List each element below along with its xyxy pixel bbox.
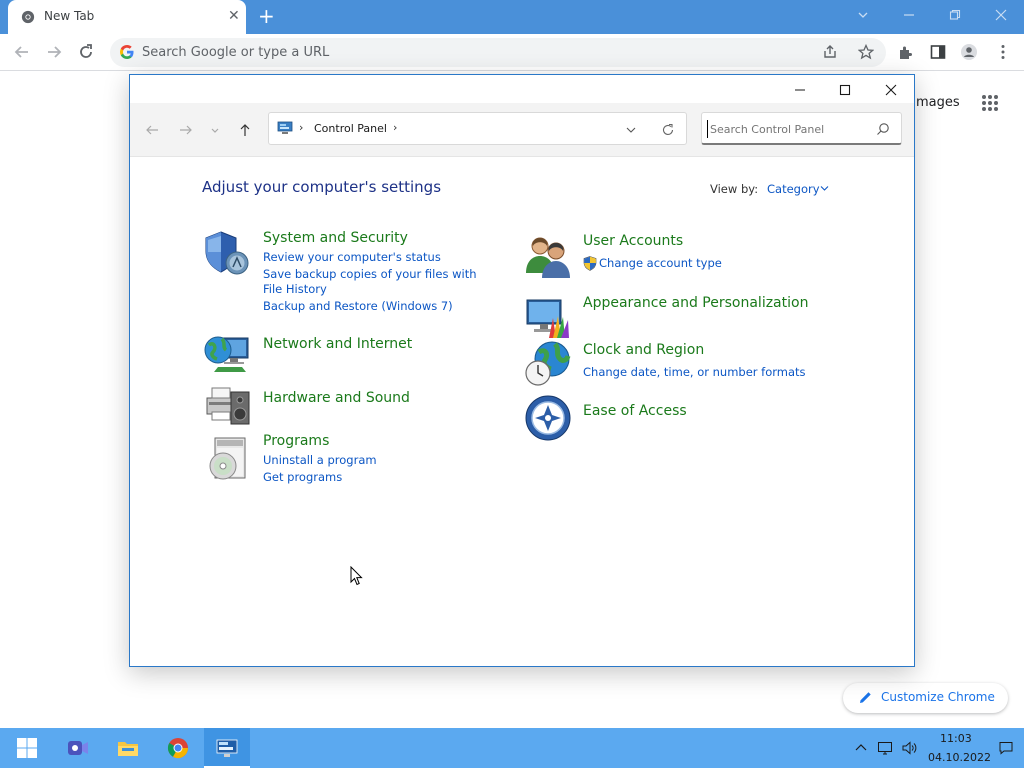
users-icon[interactable] — [523, 231, 573, 281]
printer-speaker-icon[interactable] — [203, 378, 253, 428]
search-icon[interactable] — [876, 122, 890, 136]
navigation-bar: › Control Panel › — [130, 103, 914, 157]
category-clock-and-region[interactable]: Clock and Region — [583, 342, 704, 358]
taskbar-meet[interactable] — [55, 728, 101, 768]
recent-locations-chevron-icon[interactable] — [209, 124, 221, 136]
back-arrow-icon[interactable] — [13, 43, 31, 61]
breadcrumb-control-panel[interactable]: Control Panel — [314, 122, 387, 135]
view-by-dropdown[interactable]: Category — [767, 182, 820, 196]
page-title: Adjust your computer's settings — [202, 178, 442, 196]
nav-back-icon[interactable] — [144, 122, 160, 138]
control-panel-content: Adjust your computer's settings View by:… — [130, 158, 914, 666]
link-change-date-time-formats[interactable]: Change date, time, or number formats — [583, 365, 806, 380]
category-network-and-internet[interactable]: Network and Internet — [263, 336, 412, 352]
link-backup-restore-windows7[interactable]: Backup and Restore (Windows 7) — [263, 299, 493, 314]
chrome-icon — [167, 738, 189, 759]
google-apps-grid-icon[interactable] — [981, 94, 999, 112]
chrome-menu-icon[interactable] — [994, 43, 1012, 61]
accessibility-icon[interactable] — [523, 393, 573, 443]
breadcrumb-separator: › — [299, 121, 304, 134]
customize-chrome-label: Customize Chrome — [881, 690, 995, 704]
clock-date[interactable]: 04.10.2022 — [928, 751, 991, 764]
clock-time[interactable]: 11:03 — [940, 732, 972, 745]
browser-close-icon[interactable] — [995, 9, 1007, 21]
breadcrumb-separator-end[interactable]: › — [393, 121, 397, 134]
category-system-and-security[interactable]: System and Security — [263, 230, 408, 246]
browser-tab-new-tab[interactable]: New Tab ✕ — [8, 0, 246, 34]
tab-close-icon[interactable]: ✕ — [228, 9, 240, 23]
control-panel-small-icon — [277, 121, 293, 134]
windows-start-icon — [17, 738, 37, 758]
window-close-icon[interactable] — [869, 79, 913, 101]
ntp-images-link[interactable]: mages — [916, 95, 960, 110]
nav-forward-icon[interactable] — [178, 122, 194, 138]
network-globe-icon[interactable] — [202, 328, 252, 378]
control-panel-window: › Control Panel › Adjust your computer's… — [129, 74, 915, 667]
tab-title: New Tab — [44, 9, 95, 23]
share-icon[interactable] — [822, 44, 838, 60]
category-appearance-and-personalization[interactable]: Appearance and Personalization — [583, 295, 808, 311]
view-by-chevron-icon[interactable] — [820, 185, 829, 192]
control-panel-search-box[interactable] — [701, 112, 902, 145]
show-hidden-icons-chevron-icon[interactable] — [853, 740, 869, 756]
browser-minimize-icon[interactable] — [903, 9, 915, 21]
taskbar-chrome[interactable] — [155, 728, 201, 768]
link-change-account-type[interactable]: Change account type — [599, 256, 722, 271]
omnibox-placeholder: Search Google or type a URL — [142, 45, 330, 60]
bookmark-star-icon[interactable] — [858, 44, 874, 60]
programs-disc-icon[interactable] — [203, 434, 253, 484]
address-bar[interactable]: › Control Panel › — [268, 112, 687, 145]
chrome-toolbar: Search Google or type a URL — [0, 34, 1024, 71]
customize-chrome-button[interactable]: Customize Chrome — [843, 683, 1008, 713]
profile-avatar-icon[interactable] — [960, 43, 978, 61]
reload-icon[interactable] — [77, 43, 95, 61]
shield-icon[interactable] — [200, 228, 250, 278]
chrome-favicon-icon — [21, 10, 35, 24]
file-explorer-icon — [118, 742, 138, 756]
taskbar: 11:03 04.10.2022 — [0, 728, 1024, 768]
side-panel-icon[interactable] — [929, 43, 947, 61]
link-uninstall-program[interactable]: Uninstall a program — [263, 453, 377, 468]
refresh-icon[interactable] — [661, 123, 675, 137]
tab-search-chevron-icon[interactable] — [857, 9, 869, 21]
taskbar-file-explorer[interactable] — [105, 728, 151, 768]
browser-restore-icon[interactable] — [949, 9, 961, 21]
notification-center-icon[interactable] — [998, 740, 1014, 756]
window-titlebar[interactable] — [130, 75, 914, 103]
address-dropdown-chevron-icon[interactable] — [625, 124, 637, 136]
extensions-puzzle-icon[interactable] — [897, 43, 915, 61]
category-user-accounts[interactable]: User Accounts — [583, 233, 683, 249]
link-save-backup-file-history[interactable]: Save backup copies of your files with Fi… — [263, 267, 493, 297]
globe-clock-icon[interactable] — [523, 338, 573, 388]
category-hardware-and-sound[interactable]: Hardware and Sound — [263, 390, 410, 406]
taskbar-control-panel[interactable] — [204, 728, 250, 768]
uac-shield-icon — [583, 256, 597, 271]
chrome-tabstrip: New Tab ✕ + — [0, 0, 1024, 34]
volume-tray-icon[interactable] — [901, 740, 917, 756]
mouse-cursor-icon — [350, 566, 363, 586]
meet-icon — [68, 741, 88, 755]
start-button[interactable] — [4, 728, 50, 768]
pencil-icon — [860, 692, 871, 703]
monitor-palette-icon[interactable] — [523, 294, 573, 344]
view-by-label: View by: — [710, 182, 759, 196]
window-maximize-icon[interactable] — [823, 79, 867, 101]
category-ease-of-access[interactable]: Ease of Access — [583, 403, 687, 419]
google-g-icon — [120, 45, 134, 59]
forward-arrow-icon[interactable] — [45, 43, 63, 61]
link-review-computer-status[interactable]: Review your computer's status — [263, 250, 493, 265]
nav-up-icon[interactable] — [237, 122, 253, 138]
window-minimize-icon[interactable] — [778, 79, 822, 101]
new-tab-button[interactable]: + — [258, 5, 275, 27]
omnibox[interactable]: Search Google or type a URL — [110, 38, 886, 67]
link-get-programs[interactable]: Get programs — [263, 470, 342, 485]
control-panel-icon — [216, 739, 238, 757]
network-tray-icon[interactable] — [877, 740, 893, 756]
category-programs[interactable]: Programs — [263, 433, 329, 449]
control-panel-search-input[interactable] — [707, 120, 867, 138]
